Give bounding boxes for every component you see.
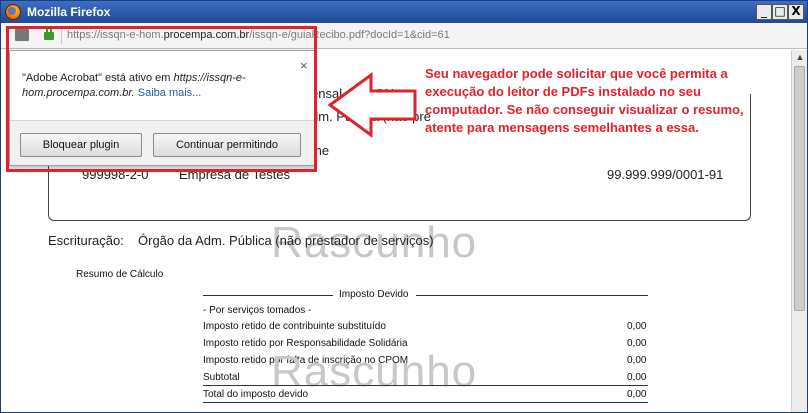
close-button[interactable]: X: [788, 4, 804, 20]
plugin-message: "Adobe Acrobat" está ativo em https://is…: [22, 71, 287, 101]
row-label: Total do imposto devido: [203, 389, 309, 400]
total-rule: [203, 385, 648, 386]
title-bar: Mozilla Firefox _ □ X: [1, 1, 807, 23]
close-icon[interactable]: ×: [300, 58, 308, 73]
row-value: 0,00: [627, 338, 647, 349]
browser-window: Mozilla Firefox _ □ X https://issqn-e-ho…: [0, 0, 808, 413]
row-value: 0,00: [627, 372, 647, 383]
scroll-up-icon[interactable]: ▲: [793, 50, 807, 64]
continue-allowing-button[interactable]: Continuar permitindo: [153, 133, 301, 157]
maximize-button[interactable]: □: [772, 4, 788, 20]
total-rule-bottom: [203, 402, 648, 403]
lock-icon[interactable]: [44, 27, 54, 40]
imposto-header: Imposto Devido: [339, 289, 409, 300]
minimize-button[interactable]: _: [756, 4, 772, 20]
url-domain: procempa.com.br: [163, 29, 250, 41]
imposto-rule-right: [416, 295, 648, 296]
row-value: 0,00: [627, 389, 647, 400]
address-bar: https://issqn-e-hom.procempa.com.br/issq…: [1, 23, 807, 49]
escrituracao-value: Órgão da Adm. Pública (não prestador de …: [138, 233, 434, 248]
row-value: 0,00: [627, 321, 647, 332]
callout-arrow-icon: [327, 72, 417, 138]
firefox-icon: [5, 4, 21, 20]
resumo-label: Resumo de Cálculo: [76, 269, 164, 280]
url-field[interactable]: https://issqn-e-hom.procempa.com.br/issq…: [67, 29, 450, 41]
url-suffix: /issqn-e/guiaRecibo.pdf?docId=1&cid=61: [249, 29, 450, 41]
row-label: Subtotal: [203, 372, 240, 383]
callout-text: Seu navegador pode solicitar que você pe…: [425, 66, 744, 135]
url-prefix: https://issqn-e-hom.: [67, 29, 164, 41]
imposto-rule-left: [203, 295, 333, 296]
plugin-notification-popup: × "Adobe Acrobat" está ativo em https://…: [9, 50, 315, 166]
row-label: Imposto retido de contribuinte substituí…: [203, 321, 386, 332]
plugin-popup-footer: Bloquear plugin Continuar permitindo: [10, 120, 314, 165]
escrituracao-label: Escrituração:: [48, 233, 124, 248]
row-value: 0,00: [627, 355, 647, 366]
window-title: Mozilla Firefox: [27, 5, 111, 19]
address-divider: [61, 28, 62, 44]
scroll-thumb[interactable]: [794, 66, 805, 311]
pdf-cnpj: 99.999.999/0001-91: [607, 167, 724, 182]
section-label: - Por serviços tomados -: [203, 305, 312, 316]
vertical-scrollbar[interactable]: ▲: [791, 50, 807, 412]
pdf-empresa: Empresa de Testes: [179, 167, 291, 182]
block-plugin-button[interactable]: Bloquear plugin: [20, 133, 142, 157]
pdf-inscricao: 999998-2-0: [82, 167, 149, 182]
plugin-message-text: "Adobe Acrobat" está ativo em: [22, 72, 174, 84]
learn-more-link[interactable]: Saiba mais...: [138, 87, 202, 99]
plugin-icon[interactable]: [15, 26, 29, 41]
